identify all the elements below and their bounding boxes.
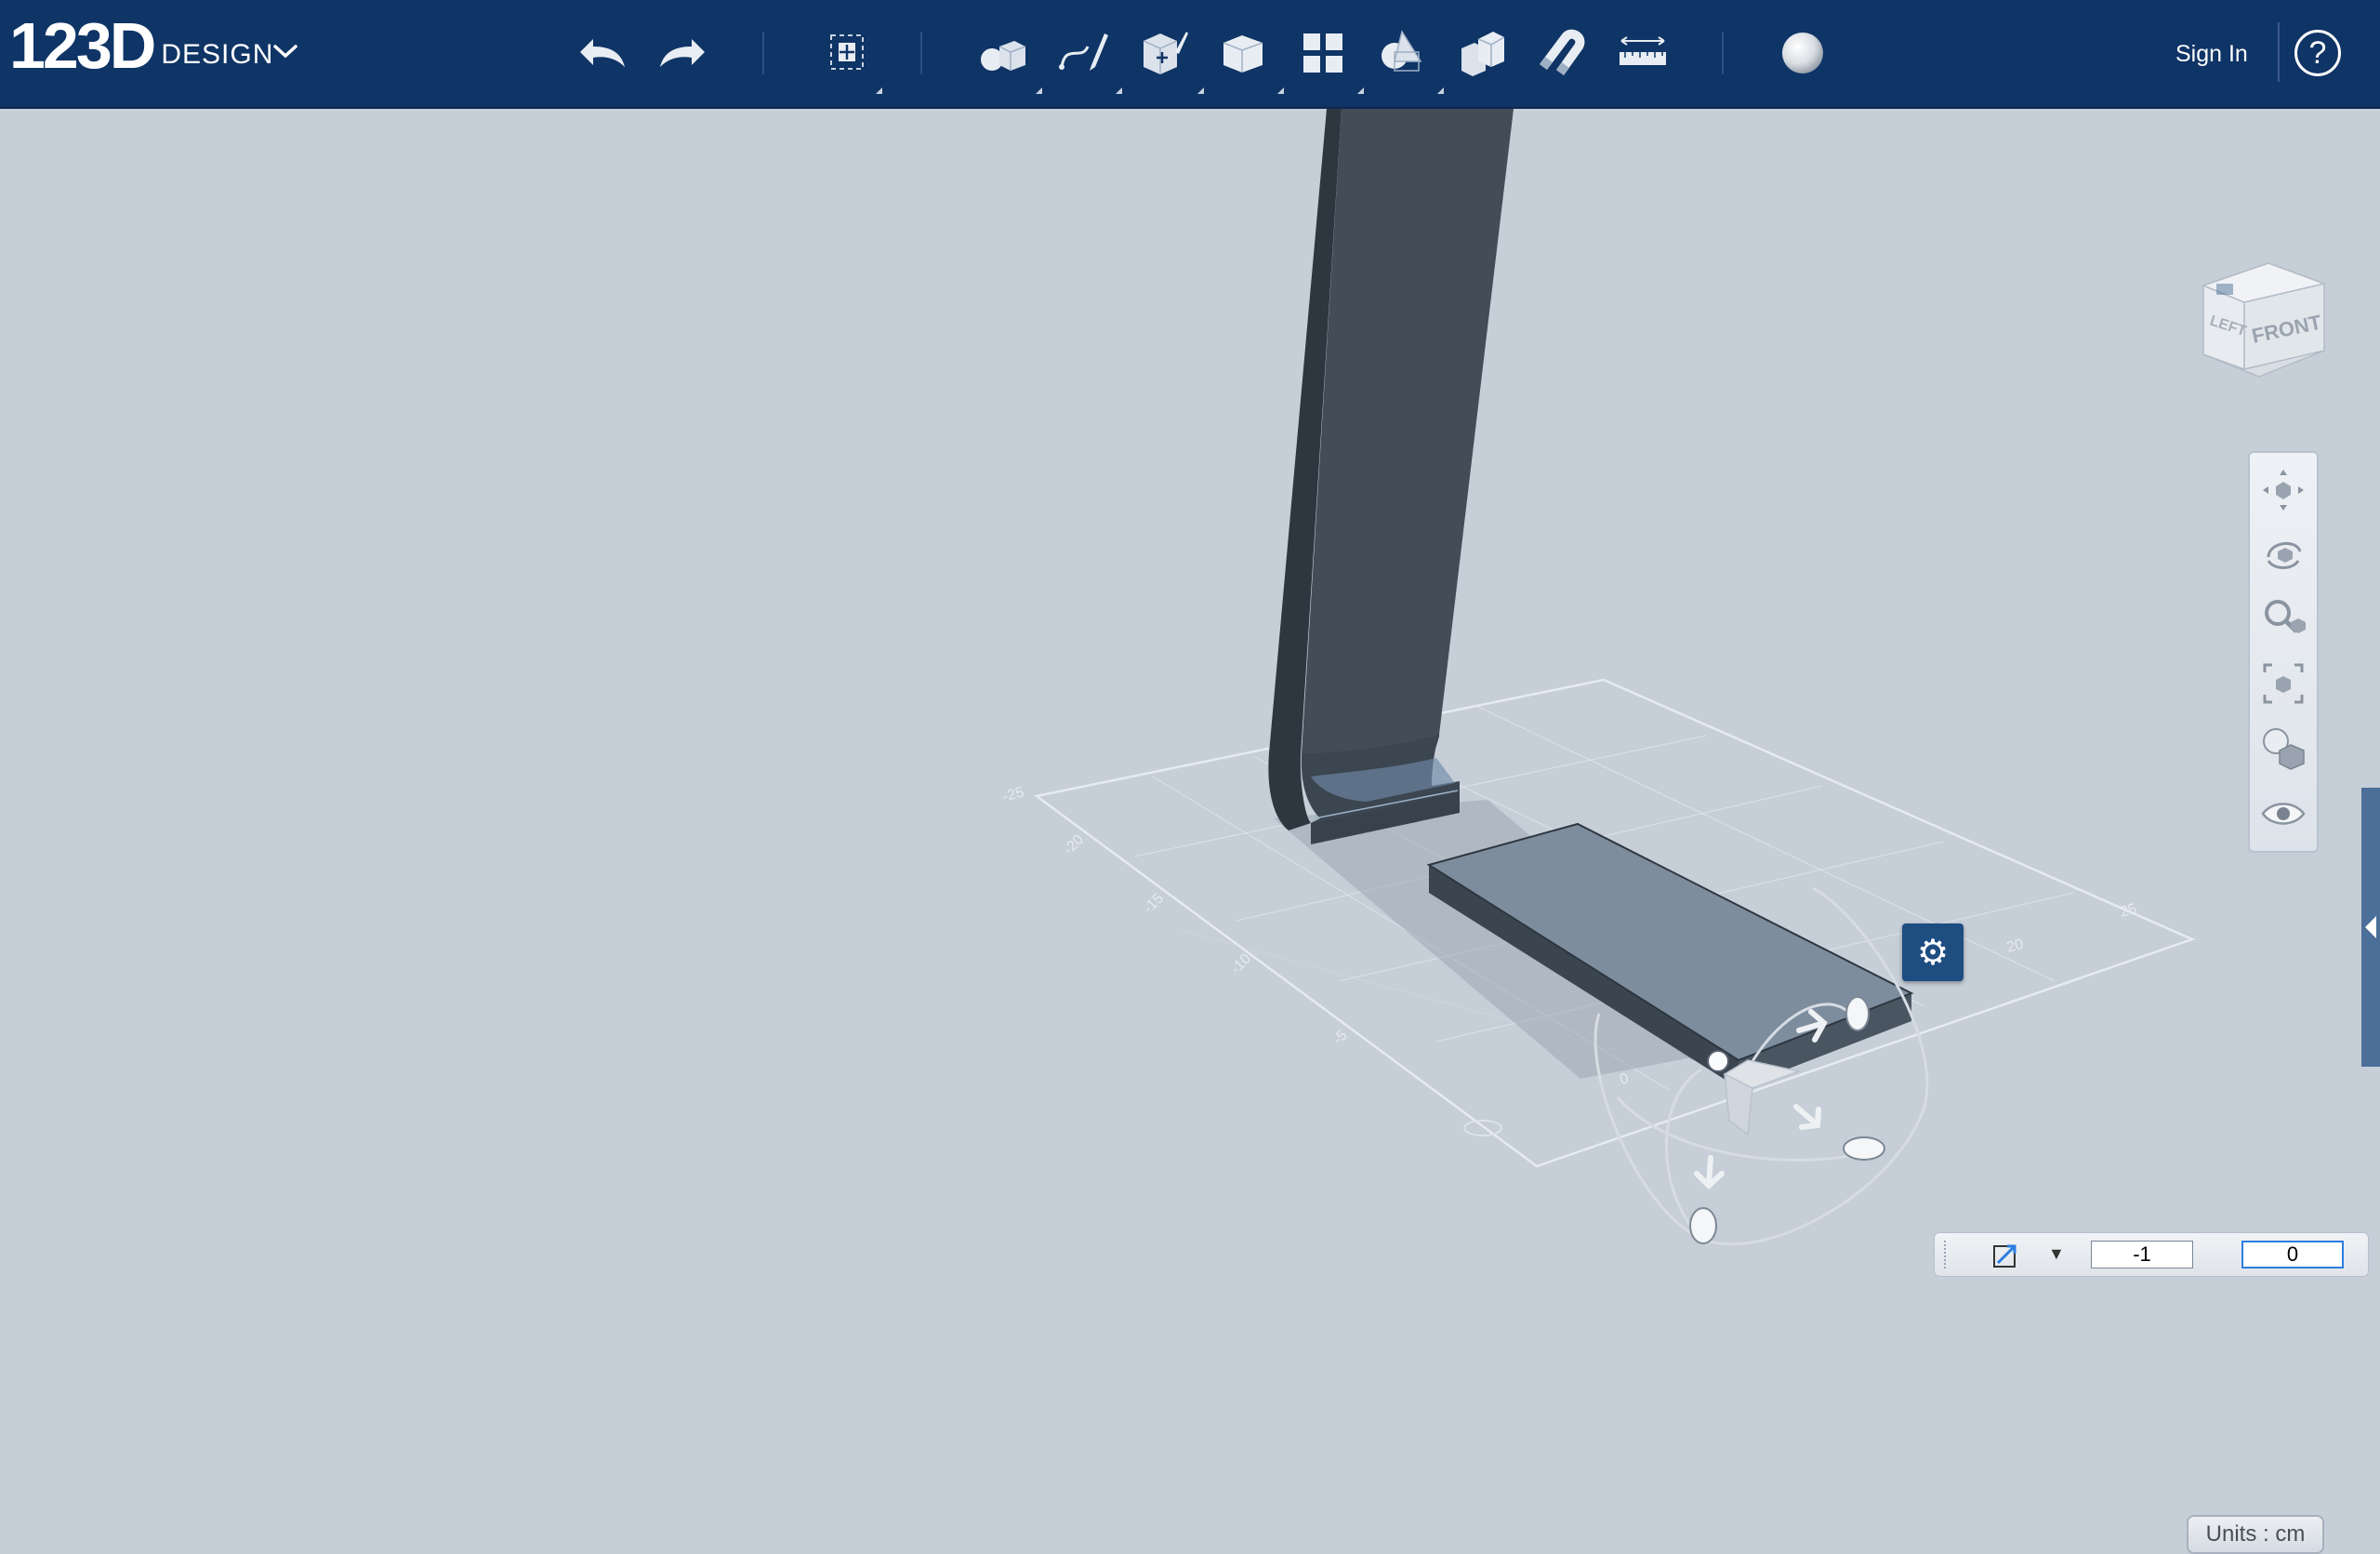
logo-word: DESIGN — [161, 39, 274, 70]
origin-marker — [1463, 1120, 1502, 1136]
dropdown-caret-icon — [1197, 87, 1204, 94]
measure-icon — [1620, 36, 1666, 65]
redo-button[interactable] — [651, 20, 716, 86]
logo-number: 123D — [9, 9, 156, 82]
dropdown-caret-icon — [1116, 87, 1122, 94]
dropdown-caret-icon — [876, 87, 882, 94]
visual-style-icon — [2263, 728, 2305, 770]
move-value-input-2[interactable] — [2241, 1241, 2344, 1268]
snap-button[interactable] — [1530, 20, 1595, 86]
move-mode-dropdown-icon[interactable]: ▼ — [2048, 1244, 2065, 1264]
svg-text:0: 0 — [1619, 1070, 1631, 1088]
pan-button[interactable] — [2257, 464, 2309, 516]
toolbar-separator — [920, 32, 922, 74]
orbit-button[interactable] — [2257, 527, 2309, 579]
visibility-icon — [2261, 803, 2306, 825]
panel-grip-handle[interactable] — [1944, 1241, 1964, 1268]
group-button[interactable] — [1450, 20, 1515, 86]
sketch-button[interactable] — [1051, 20, 1116, 86]
group-icon — [1461, 32, 1505, 76]
app-logo[interactable]: 123D DESIGN — [9, 13, 273, 78]
primitives-icon — [981, 41, 1026, 71]
svg-text:-25: -25 — [1001, 784, 1026, 804]
toolbar-separator — [762, 32, 764, 74]
pan-icon — [2263, 470, 2304, 511]
model-upright-part[interactable] — [1268, 109, 1514, 844]
material-button[interactable] — [1770, 20, 1835, 86]
visual-style-button[interactable] — [2257, 723, 2309, 775]
dropdown-caret-icon — [1357, 87, 1364, 94]
gear-icon: ⚙ — [1916, 933, 1950, 973]
view-cube[interactable]: FRONT LEFT — [2194, 258, 2343, 397]
combine-icon — [1382, 30, 1422, 72]
primitives-button[interactable] — [970, 20, 1035, 86]
construct-button[interactable] — [1130, 20, 1196, 86]
svg-text:-5: -5 — [1330, 1028, 1351, 1048]
3d-viewport[interactable]: -25 -20 -15 -10 -5 20 25 0 FRONT LEFT ⚙ … — [0, 109, 2380, 1554]
svg-text:25: 25 — [2119, 901, 2139, 921]
measure-button[interactable] — [1610, 20, 1675, 86]
undo-icon — [580, 39, 625, 67]
toolbar-separator — [1722, 32, 1724, 74]
orbit-icon — [2267, 542, 2302, 569]
dropdown-caret-icon — [1036, 87, 1042, 94]
svg-text:-20: -20 — [1061, 831, 1087, 857]
zoom-icon — [2265, 600, 2306, 633]
expand-panel-arrow-icon[interactable] — [2365, 916, 2376, 938]
transform-icon — [830, 34, 864, 70]
move-mode-icon[interactable] — [1989, 1239, 2022, 1272]
combine-button[interactable] — [1370, 20, 1435, 86]
zoom-button[interactable] — [2257, 592, 2309, 644]
3d-scene[interactable]: -25 -20 -15 -10 -5 20 25 0 — [0, 109, 2380, 1488]
dropdown-caret-icon — [1437, 87, 1444, 94]
help-button[interactable]: ? — [2294, 30, 2341, 76]
sign-in-link[interactable]: Sign In — [2175, 41, 2248, 68]
app-menu-chevron-icon[interactable] — [270, 35, 301, 67]
pattern-icon — [1303, 33, 1342, 73]
modify-icon — [1223, 35, 1263, 73]
material-icon — [1782, 33, 1823, 73]
navigation-bar — [2248, 451, 2319, 853]
sketch-icon — [1059, 33, 1108, 71]
pattern-button[interactable] — [1290, 20, 1355, 86]
move-value-input-1[interactable] — [2091, 1241, 2193, 1268]
transform-button[interactable] — [814, 20, 879, 86]
settings-gear-button[interactable]: ⚙ — [1902, 923, 1964, 981]
svg-text:20: 20 — [2005, 936, 2026, 956]
move-input-panel: ▼ — [1934, 1232, 2369, 1277]
fit-icon — [2263, 663, 2304, 704]
fit-button[interactable] — [2257, 657, 2309, 710]
toolbar-separator — [2278, 22, 2280, 82]
visibility-button[interactable] — [2257, 788, 2309, 840]
construct-icon — [1143, 32, 1188, 74]
undo-button[interactable] — [569, 20, 634, 86]
units-indicator[interactable]: Units : cm — [2187, 1515, 2324, 1554]
dropdown-caret-icon — [1277, 87, 1284, 94]
modify-button[interactable] — [1210, 20, 1276, 86]
redo-icon — [660, 39, 705, 67]
main-toolbar: 123D DESIGN Sign In ? — [0, 0, 2380, 109]
svg-text:-15: -15 — [1141, 890, 1167, 916]
snap-icon — [1540, 29, 1585, 75]
